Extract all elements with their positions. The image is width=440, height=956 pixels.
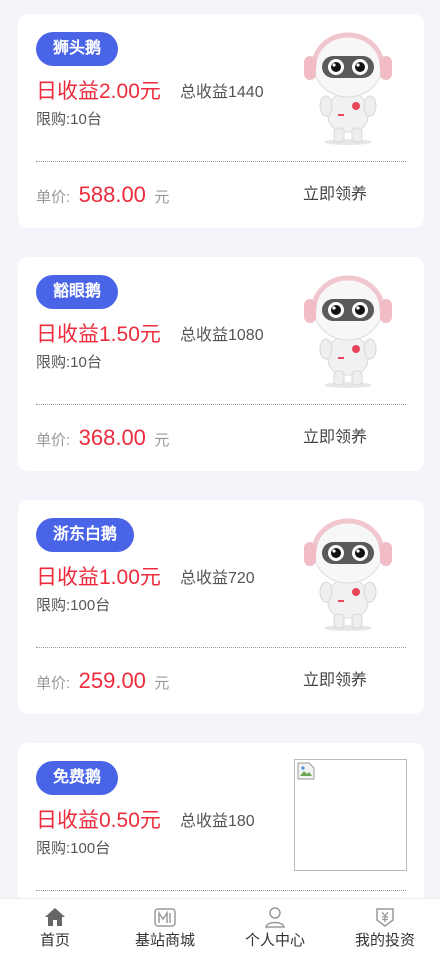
broken-image-placeholder xyxy=(294,759,407,871)
price-label: 单价: xyxy=(36,432,71,449)
total-income: 总收益180 xyxy=(180,813,255,830)
divider xyxy=(36,161,406,162)
price-row: 单价: 588.00 元 xyxy=(36,180,169,213)
daily-income: 日收益0.50元 xyxy=(36,809,161,832)
robot-mascot-image xyxy=(298,273,398,389)
price-unit: 元 xyxy=(154,189,170,206)
adopt-now-button[interactable]: 立即领养 xyxy=(303,670,367,692)
product-card: 狮头鹅 日收益2.00元 总收益1440 限购:10台 单价: 588.00 元… xyxy=(18,14,424,228)
total-income: 总收益720 xyxy=(180,570,255,587)
divider xyxy=(36,404,406,405)
bottom-tab-bar: 首页 基站商城 个人中心 我的投资 xyxy=(0,898,440,956)
tab-mall[interactable]: 基站商城 xyxy=(110,899,220,956)
mall-icon xyxy=(154,908,176,927)
robot-mascot-image xyxy=(298,30,398,146)
total-income: 总收益1080 xyxy=(180,327,264,344)
tab-label: 个人中心 xyxy=(244,932,305,949)
tab-label: 首页 xyxy=(39,932,70,949)
tab-label: 基站商城 xyxy=(134,932,195,949)
divider xyxy=(36,890,406,891)
investment-icon xyxy=(376,908,394,927)
tab-investment[interactable]: 我的投资 xyxy=(330,899,440,956)
purchase-limit: 限购:100台 xyxy=(36,597,111,614)
price-unit: 元 xyxy=(154,675,170,692)
user-icon xyxy=(265,907,285,928)
price-value: 368.00 xyxy=(78,425,146,450)
price-value: 259.00 xyxy=(78,668,146,693)
daily-income: 日收益1.50元 xyxy=(36,323,161,346)
price-row: 单价: 259.00 元 xyxy=(36,666,169,699)
home-icon xyxy=(45,908,65,926)
product-name-badge: 免费鹅 xyxy=(36,761,119,795)
price-label: 单价: xyxy=(36,675,71,692)
daily-income: 日收益1.00元 xyxy=(36,566,161,589)
product-card: 豁眼鹅 日收益1.50元 总收益1080 限购:10台 单价: 368.00 元… xyxy=(18,257,424,471)
product-card: 浙东白鹅 日收益1.00元 总收益720 限购:100台 单价: 259.00 … xyxy=(18,500,424,714)
page: 狮头鹅 日收益2.00元 总收益1440 限购:10台 单价: 588.00 元… xyxy=(0,0,440,956)
broken-image-icon xyxy=(297,762,315,780)
adopt-now-button[interactable]: 立即领养 xyxy=(303,427,367,449)
tab-label: 我的投资 xyxy=(354,932,415,949)
price-value: 588.00 xyxy=(78,182,146,207)
purchase-limit: 限购:100台 xyxy=(36,840,111,857)
divider xyxy=(36,647,406,648)
product-name-badge: 狮头鹅 xyxy=(36,32,119,66)
total-income: 总收益1440 xyxy=(180,84,264,101)
product-name-badge: 浙东白鹅 xyxy=(36,518,135,552)
robot-mascot-image xyxy=(298,516,398,632)
daily-income: 日收益2.00元 xyxy=(36,80,161,103)
tab-home[interactable]: 首页 xyxy=(0,899,110,956)
price-label: 单价: xyxy=(36,189,71,206)
price-unit: 元 xyxy=(154,432,170,449)
purchase-limit: 限购:10台 xyxy=(36,354,102,371)
purchase-limit: 限购:10台 xyxy=(36,111,102,128)
price-row: 单价: 368.00 元 xyxy=(36,423,169,456)
adopt-now-button[interactable]: 立即领养 xyxy=(303,184,367,206)
tab-profile[interactable]: 个人中心 xyxy=(220,899,330,956)
product-name-badge: 豁眼鹅 xyxy=(36,275,119,309)
